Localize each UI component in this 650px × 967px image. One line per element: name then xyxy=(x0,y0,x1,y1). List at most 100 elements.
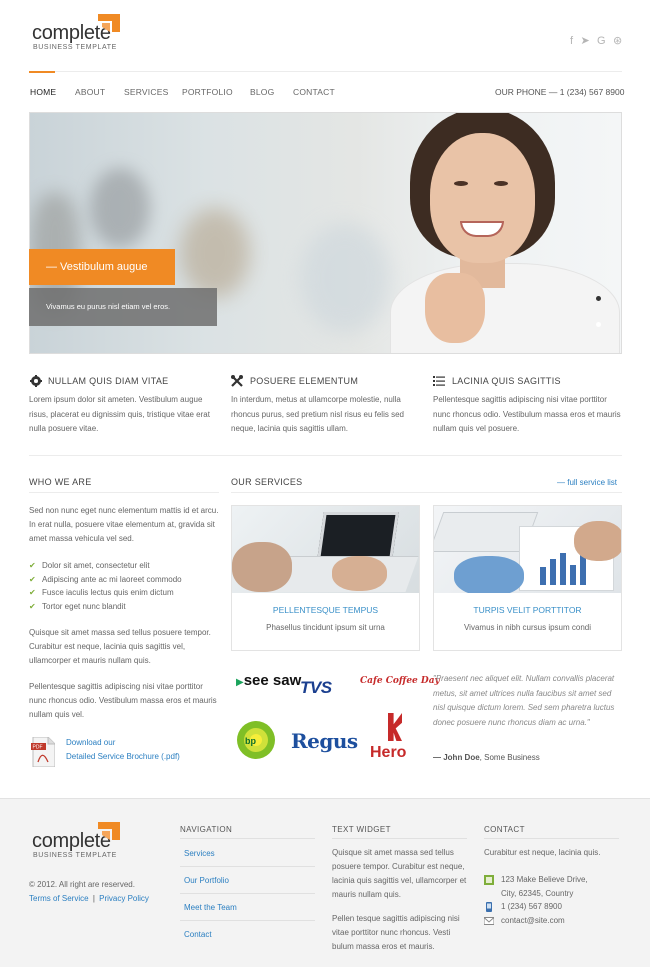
contact-email-link[interactable]: contact@site.com xyxy=(501,914,565,928)
who-paragraph: Pellentesque sagittis adipiscing nisi vi… xyxy=(29,682,217,719)
divider xyxy=(180,866,315,867)
footer-nav-title: NAVIGATION xyxy=(180,825,233,834)
privacy-link[interactable]: Privacy Policy xyxy=(99,894,149,903)
feature-text: Pellentesque sagittis adipiscing nisi vi… xyxy=(433,395,621,433)
service-image xyxy=(232,506,419,593)
brand-logo-bp: bp xyxy=(237,721,275,759)
twitter-icon[interactable]: ➤ xyxy=(580,34,589,47)
hero-mark-icon xyxy=(388,713,402,741)
nav-blog[interactable]: BLOG xyxy=(250,87,274,97)
divider xyxy=(484,838,619,839)
hero-bg-figure xyxy=(180,208,250,298)
divider xyxy=(180,920,315,921)
slider-dot[interactable] xyxy=(596,322,601,327)
nav-portfolio[interactable]: PORTFOLIO xyxy=(182,87,233,97)
svg-text:PDF: PDF xyxy=(33,745,43,751)
download-link[interactable]: Download our xyxy=(66,738,115,747)
service-card[interactable]: TURPIS VELIT PORTTITOR Vivamus in nibh c… xyxy=(433,505,622,651)
nav-home[interactable]: HOME xyxy=(30,87,56,97)
download-link[interactable]: Detailed Service Brochure (.pdf) xyxy=(66,752,180,761)
testimonial-author: — John Doe, Some Business xyxy=(433,753,540,762)
dribbble-icon[interactable]: ⊛ xyxy=(613,34,622,47)
map-icon xyxy=(484,875,494,885)
divider xyxy=(332,838,467,839)
copyright: © 2012. All right are reserved. xyxy=(29,880,135,889)
service-card[interactable]: PELLENTESQUE TEMPUS Phasellus tincidunt … xyxy=(231,505,420,651)
divider xyxy=(180,838,315,839)
feature-checklist: ✔ Dolor sit amet, consectetur elit ✔ Adipi… xyxy=(29,559,182,613)
widget-text: Quisque sit amet massa sed tellus posuer… xyxy=(332,848,467,899)
nav-about[interactable]: ABOUT xyxy=(75,87,105,97)
footer-contact-title: CONTACT xyxy=(484,825,525,834)
nav-services[interactable]: SERVICES xyxy=(124,87,168,97)
footer-nav-services[interactable]: Services xyxy=(184,849,215,858)
brand-logo-hero: Hero xyxy=(370,744,407,761)
list-icon xyxy=(433,376,445,386)
tools-icon xyxy=(231,375,243,387)
pdf-icon[interactable]: PDF xyxy=(31,737,55,767)
feature-text: Lorem ipsum dolor sit ameten. Vestibulum… xyxy=(29,395,210,433)
gear-icon xyxy=(30,375,42,387)
contact-address: 123 Make Believe Drive, xyxy=(501,875,588,884)
who-we-are-title: WHO WE ARE xyxy=(29,477,92,487)
footer-logo-tagline: BUSINESS TEMPLATE xyxy=(33,852,117,859)
list-item: ✔ Tortor eget nunc blandit xyxy=(29,600,182,614)
hero-bg-figure xyxy=(300,223,390,333)
logo-tagline: BUSINESS TEMPLATE xyxy=(33,44,117,51)
contact-phone: 1 (234) 567 8900 xyxy=(501,902,562,911)
hero-tag: — Vestibulum augue xyxy=(29,249,175,285)
social-links: f ➤ G ⊛ xyxy=(565,34,622,47)
section-divider xyxy=(29,455,622,456)
feature-title: LACINIA QUIS SAGITTIS xyxy=(452,376,561,386)
service-image xyxy=(434,506,621,593)
who-intro: Sed non nunc eget nunc elementum mattis … xyxy=(29,506,219,543)
hero-person-hand xyxy=(425,273,485,343)
check-icon: ✔ xyxy=(29,574,36,584)
service-card-title[interactable]: TURPIS VELIT PORTTITOR xyxy=(434,605,621,615)
list-item: ✔ Dolor sit amet, consectetur elit xyxy=(29,559,182,573)
contact-address: City, 62345, Country xyxy=(501,889,574,898)
facebook-icon[interactable]: f xyxy=(570,35,573,47)
logo-mark-icon xyxy=(98,14,120,32)
feature-title: NULLAM QUIS DIAM VITAE xyxy=(48,376,169,386)
feature-title: POSUERE ELEMENTUM xyxy=(250,376,359,386)
full-service-list-link[interactable]: — full service list xyxy=(557,478,617,487)
widget-text: Pellen tesque sagittis adipiscing nisi v… xyxy=(332,914,460,951)
footer-widget-title: TEXT WIDGET xyxy=(332,825,391,834)
nav-active-indicator xyxy=(29,71,55,73)
header-phone: OUR PHONE — 1 (234) 567 8900 xyxy=(495,87,625,97)
section-divider xyxy=(29,492,219,493)
hero-person-face xyxy=(430,133,535,263)
footer-legal-links: Terms of Service | Privacy Policy xyxy=(29,892,149,906)
terms-link[interactable]: Terms of Service xyxy=(29,894,89,903)
services-title: OUR SERVICES xyxy=(231,477,303,487)
section-divider xyxy=(231,492,622,493)
logo-mark-icon xyxy=(98,822,120,840)
service-card-title[interactable]: PELLENTESQUE TEMPUS xyxy=(232,605,419,615)
brand-logo-ccd: Cafe Coffee Day xyxy=(360,676,440,686)
google-icon[interactable]: G xyxy=(597,35,606,47)
service-card-subtitle: Phasellus tincidunt ipsum sit urna xyxy=(266,623,385,632)
service-card-subtitle: Vivamus in nibh cursus ipsum condi xyxy=(463,623,592,632)
footer-nav-portfolio[interactable]: Our Portfolio xyxy=(184,876,229,885)
mail-icon xyxy=(484,917,494,925)
testimonial-quote: "Praesent nec aliquet elit. Nullam conva… xyxy=(433,674,615,727)
hero-bg-figure xyxy=(90,168,150,248)
brand-logo-seesaw: ▶see saw xyxy=(236,672,302,689)
who-paragraph: Quisque sit amet massa sed tellus posuer… xyxy=(29,628,211,665)
footer-nav-contact[interactable]: Contact xyxy=(184,930,212,939)
slider-dot[interactable] xyxy=(596,296,601,301)
list-item: ✔ Fusce iaculis lectus quis enim dictum xyxy=(29,586,182,600)
hero-caption: Vivamus eu purus nisl etiam vel eros. xyxy=(29,288,217,326)
footer-nav-team[interactable]: Meet the Team xyxy=(184,903,237,912)
phone-icon xyxy=(486,902,492,912)
list-item: ✔ Adipiscing ante ac mi laoreet commodo xyxy=(29,573,182,587)
legal-divider: | xyxy=(92,894,95,903)
feature-text: In interdum, metus at ullamcorpe molesti… xyxy=(231,395,404,433)
contact-intro: Curabitur est neque, lacinia quis. xyxy=(484,848,601,857)
check-icon: ✔ xyxy=(29,561,36,570)
header-divider xyxy=(29,71,622,72)
nav-contact[interactable]: CONTACT xyxy=(293,87,335,97)
svg-text:bp: bp xyxy=(245,736,256,746)
check-icon: ✔ xyxy=(29,601,36,611)
